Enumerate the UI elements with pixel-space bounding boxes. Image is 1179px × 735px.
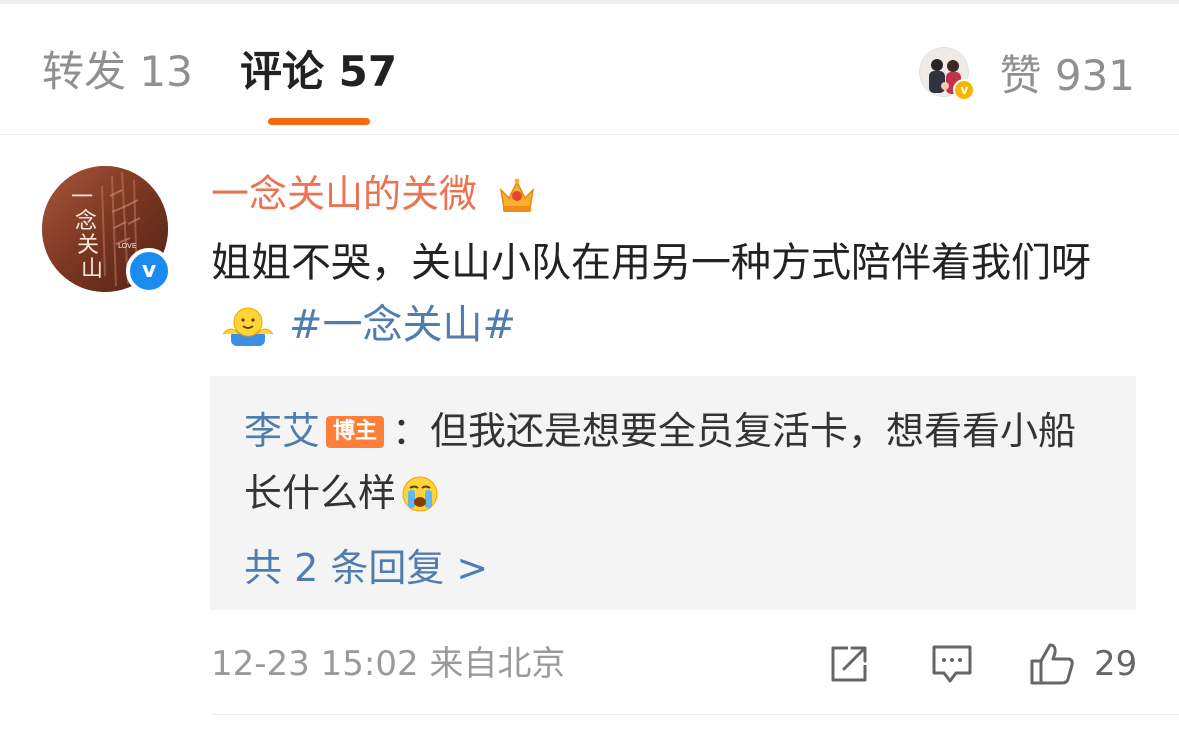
likes-label: 赞 931	[999, 50, 1135, 100]
view-all-replies-link[interactable]: 共 2 条回复 >	[244, 542, 488, 594]
comment-source: 来自北京	[429, 644, 566, 684]
crown-icon	[497, 175, 537, 227]
svg-text:LOVE: LOVE	[118, 242, 136, 250]
svg-text:念: 念	[75, 209, 97, 234]
tab-reposts[interactable]: 转发 13	[42, 46, 193, 98]
comment-time: 12-23 15:02	[211, 644, 419, 684]
tab-bar: 转发 13 评论 57 v 赞 931	[0, 4, 1179, 135]
reply-line: 李艾 博主 ：但我还是想要全员复活卡，想看看小船长什么样	[244, 400, 1104, 532]
svg-text:一: 一	[71, 185, 93, 210]
repost-button[interactable]	[828, 640, 870, 688]
active-tab-indicator	[268, 118, 370, 125]
comment-meta: 12-23 15:02 来自北京	[211, 640, 565, 688]
thumbs-up-icon	[1030, 643, 1074, 685]
reply-separator: ：	[392, 409, 431, 453]
bottom-divider	[211, 714, 1179, 715]
username-text: 一念关山的关微	[211, 172, 478, 216]
commenter-username[interactable]: 一念关山的关微	[211, 168, 537, 227]
op-badge: 博主	[326, 416, 385, 448]
hug-emoji-icon	[221, 304, 275, 366]
crying-emoji-icon	[400, 470, 440, 532]
comment-text: 姐姐不哭，关山小队在用另一种方式陪伴着我们呀	[211, 240, 1091, 286]
reply-button[interactable]	[930, 640, 974, 688]
verified-badge-icon: v	[953, 79, 976, 101]
comment-body: 姐姐不哭，关山小队在用另一种方式陪伴着我们呀 #一念关山#	[211, 232, 1141, 366]
liker-avatar: v	[919, 47, 976, 101]
svg-text:山: 山	[81, 257, 103, 282]
share-icon	[831, 646, 867, 682]
tab-likes[interactable]: v 赞 931	[919, 46, 1135, 101]
reply-preview[interactable]: 李艾 博主 ：但我还是想要全员复活卡，想看看小船长什么样 共 2 条回复 >	[210, 376, 1136, 610]
commenter-avatar[interactable]: 一 念 关 山 LOVE v	[42, 166, 172, 294]
comment-icon	[932, 645, 972, 683]
verified-badge-icon: v	[126, 248, 172, 294]
tab-comments[interactable]: 评论 57	[240, 46, 397, 98]
svg-text:关: 关	[77, 233, 99, 258]
hashtag-link[interactable]: #一念关山#	[289, 302, 516, 348]
like-count: 29	[1094, 644, 1138, 684]
like-button[interactable]: 29	[1028, 640, 1137, 688]
reply-author[interactable]: 李艾	[244, 409, 320, 453]
